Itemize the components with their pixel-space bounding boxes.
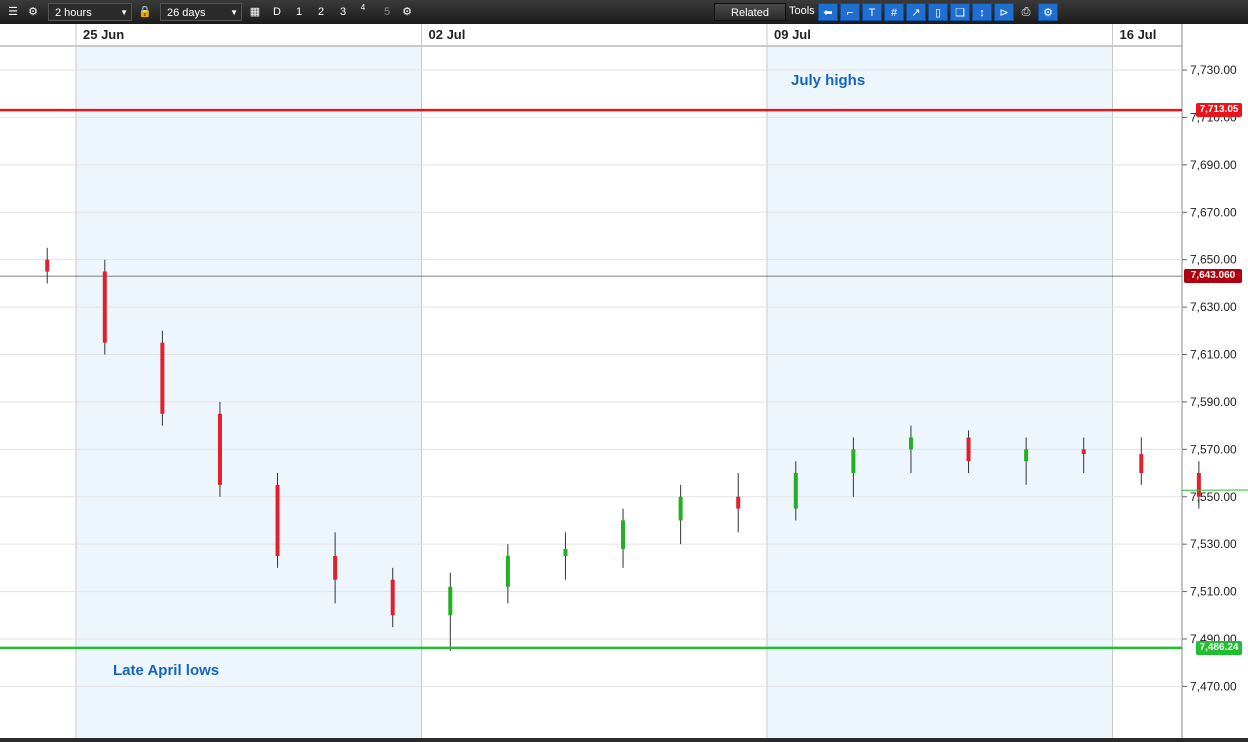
candle-down — [160, 342, 165, 414]
period-5-button[interactable]: 5 — [378, 3, 396, 21]
support-price-tag: 7,486.24 — [1196, 640, 1242, 655]
tools-label: Tools — [789, 5, 815, 17]
y-tick-label: 7,650.00 — [1190, 253, 1237, 267]
candle-down — [390, 579, 395, 616]
interval-select[interactable]: 2 hours ▼ — [48, 3, 132, 21]
x-tick-label: 25 Jun — [83, 27, 124, 42]
measure-icon[interactable]: ↕ — [972, 3, 992, 21]
candle-down — [966, 437, 971, 462]
period-1-button[interactable]: 1 — [290, 3, 308, 21]
calendar-icon[interactable]: ▦ — [246, 3, 264, 21]
grid-icon[interactable]: # — [884, 3, 904, 21]
week-shade-band — [76, 24, 422, 742]
lock-icon[interactable]: 🔒 — [136, 3, 154, 21]
chart-toolbar: ☰ ⚙ 2 hours ▼ 🔒 26 days ▼ ▦ D 1 2 3 4 5 ⚙ … — [0, 0, 1248, 25]
bottom-scrollbar[interactable] — [0, 738, 1248, 742]
print-icon[interactable]: ⎙ — [1017, 3, 1035, 21]
y-tick-label: 7,690.00 — [1190, 158, 1237, 172]
last-price-tag: 7,643.060 — [1184, 269, 1242, 284]
candle-up — [563, 548, 568, 557]
y-tick-label: 7,510.00 — [1190, 585, 1237, 599]
x-tick-label: 09 Jul — [774, 27, 811, 42]
range-select[interactable]: 26 days ▼ — [160, 3, 242, 21]
candle-up — [448, 586, 453, 616]
candle-icon[interactable]: ▯ — [928, 3, 948, 21]
candle-up — [678, 496, 683, 521]
draw-icon[interactable]: ↗ — [906, 3, 926, 21]
y-tick-label: 7,570.00 — [1190, 442, 1237, 456]
curve-icon[interactable]: ⌐ — [840, 3, 860, 21]
period-3-button[interactable]: 3 — [334, 3, 352, 21]
y-tick-label: 7,530.00 — [1190, 537, 1237, 551]
candle-down — [736, 496, 741, 509]
candle-down — [333, 556, 338, 580]
period-d-button[interactable]: D — [268, 3, 286, 21]
week-shade-band — [767, 24, 1113, 742]
chevron-down-icon: ▼ — [120, 8, 128, 17]
candle-down — [102, 271, 107, 343]
candle-down — [45, 259, 50, 272]
chart-canvas: 25 Jun 02 Jul 09 Jul 16 Jul7,730.007,710.00… — [0, 24, 1248, 742]
y-tick-label: 7,610.00 — [1190, 348, 1237, 362]
gear-icon[interactable]: ⚙ — [398, 3, 416, 21]
candle-up — [621, 520, 626, 549]
window-icon[interactable]: ❏ — [950, 3, 970, 21]
candle-down — [217, 413, 222, 485]
late-april-lows-annotation: Late April lows — [113, 662, 220, 679]
y-tick-label: 7,630.00 — [1190, 300, 1237, 314]
settings-icon[interactable]: ⚙ — [24, 3, 42, 21]
y-tick-label: 7,670.00 — [1190, 205, 1237, 219]
candle-up — [793, 473, 798, 509]
july-highs-annotation: July highs — [791, 72, 866, 89]
candle-down — [275, 484, 280, 557]
x-tick-label: 02 Jul — [429, 27, 466, 42]
candle-up — [908, 437, 913, 450]
y-tick-label: 7,470.00 — [1190, 679, 1237, 693]
list-icon[interactable]: ☰ — [4, 3, 22, 21]
candle-down — [1139, 454, 1144, 474]
period-4-button[interactable]: 4 — [354, 3, 372, 21]
period-2-button[interactable]: 2 — [312, 3, 330, 21]
candle-down — [1081, 449, 1086, 455]
candle-up — [505, 556, 510, 587]
candle-up — [851, 449, 856, 474]
tag-icon[interactable]: ⊳ — [994, 3, 1014, 21]
y-tick-label: 7,730.00 — [1190, 63, 1237, 77]
range-value: 26 days — [167, 7, 206, 19]
interval-value: 2 hours — [55, 7, 92, 19]
y-tick-label: 7,590.00 — [1190, 395, 1237, 409]
x-tick-label: 16 Jul — [1120, 27, 1157, 42]
period-4-label: 4 — [360, 3, 366, 12]
candle-up — [1024, 449, 1029, 462]
date-header — [0, 24, 1182, 46]
related-button[interactable]: Related — [714, 3, 786, 21]
candle-down — [1196, 473, 1201, 497]
resistance-price-tag: 7,713.05 — [1196, 103, 1242, 118]
price-chart[interactable]: 25 Jun 02 Jul 09 Jul 16 Jul 7,730.00 7,710.00… — [0, 24, 1248, 742]
text-icon[interactable]: T — [862, 3, 882, 21]
chevron-down-icon: ▼ — [230, 8, 238, 17]
settings-gear-icon[interactable]: ⚙ — [1038, 3, 1058, 21]
arrow-left-icon[interactable]: ⬅ — [818, 3, 838, 21]
